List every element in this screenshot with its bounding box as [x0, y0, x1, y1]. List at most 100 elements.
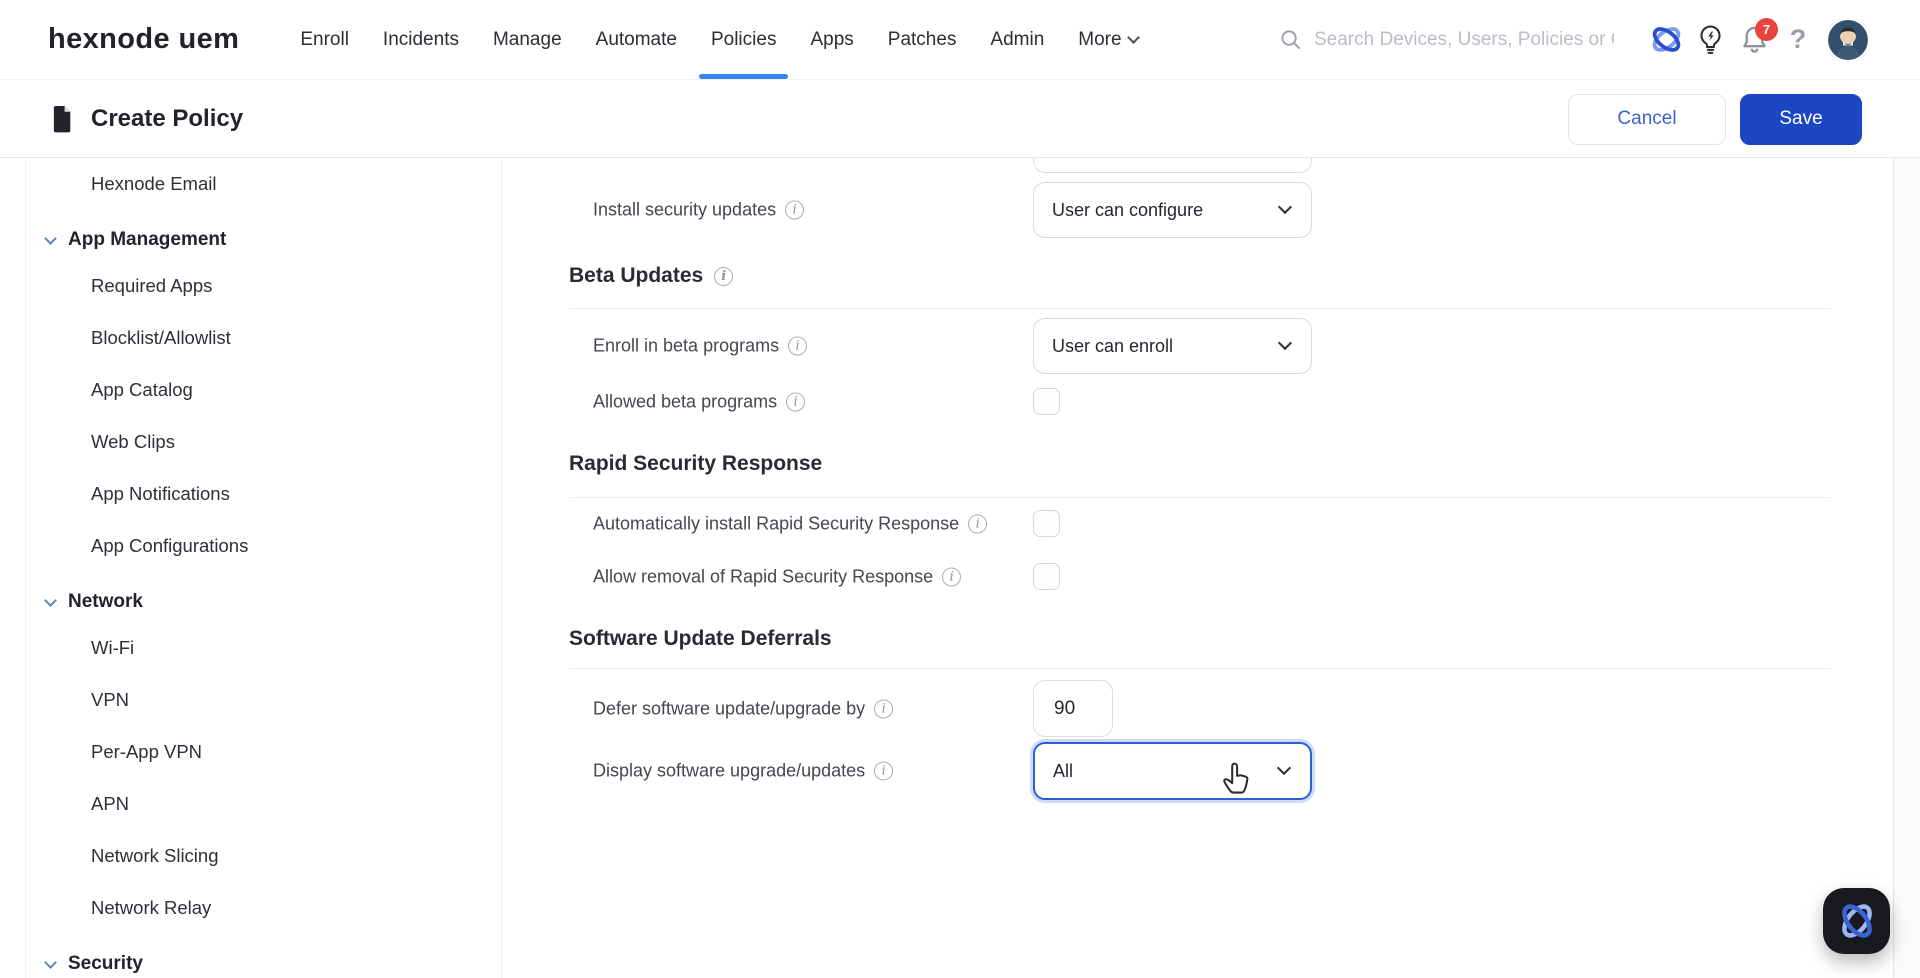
info-icon[interactable]: i [714, 267, 733, 286]
sidebar-section-label: App Management [68, 229, 226, 251]
sidebar-item-wi-fi[interactable]: Wi-Fi [26, 622, 501, 674]
sidebar-item-app-catalog[interactable]: App Catalog [26, 364, 501, 416]
info-icon[interactable]: i [968, 514, 987, 533]
info-icon[interactable]: i [788, 337, 807, 356]
sidebar-item-hexnode-email[interactable]: Hexnode Email [26, 158, 501, 210]
page-title: Create Policy [91, 105, 243, 133]
sidebar-item-apn[interactable]: APN [26, 778, 501, 830]
defer-days-input[interactable] [1033, 680, 1113, 737]
document-icon [50, 104, 75, 134]
sidebar-item-web-clips[interactable]: Web Clips [26, 416, 501, 468]
policy-header-bar: Create Policy Cancel Save [0, 81, 1920, 158]
policy-content: Install security updates i User can conf… [503, 158, 1893, 978]
field-label: Defer software update/upgrade by i [593, 698, 893, 719]
field-label: Allowed beta programs i [593, 391, 805, 412]
sidebar-item-blocklist-allowlist[interactable]: Blocklist/Allowlist [26, 312, 501, 364]
enroll-beta-programs-select[interactable]: User can enroll [1033, 318, 1312, 374]
hexnode-uem-logo[interactable]: hexnode uem [48, 23, 239, 56]
cancel-button[interactable]: Cancel [1568, 94, 1726, 145]
field-label-text: Allow removal of Rapid Security Response [593, 566, 933, 587]
display-upgrades-select[interactable]: All [1033, 742, 1312, 800]
sidebar-item-network-slicing[interactable]: Network Slicing [26, 830, 501, 882]
active-tab-underline [699, 74, 788, 79]
select-value: User can configure [1052, 200, 1203, 221]
chevron-down-icon [44, 232, 57, 245]
top-navigation-bar: hexnode uem Enroll Incidents Manage Automat… [0, 0, 1920, 80]
allowed-beta-programs-checkbox[interactable] [1033, 388, 1060, 415]
search-icon [1280, 29, 1301, 50]
sidebar-section-network[interactable]: Network [26, 582, 501, 622]
field-label-text: Allowed beta programs [593, 391, 777, 412]
whats-new-button[interactable] [1688, 18, 1732, 62]
sidebar-item-vpn[interactable]: VPN [26, 674, 501, 726]
hexnode-apps-button[interactable] [1644, 18, 1688, 62]
sidebar-item-label: Wi-Fi [91, 637, 134, 659]
nav-item-label: Apps [810, 29, 853, 51]
sidebar-section-label: Network [68, 591, 143, 613]
nav-item-label: Incidents [383, 29, 459, 51]
nav-item-automate[interactable]: Automate [579, 0, 694, 79]
chevron-down-icon [1127, 31, 1140, 44]
nav-item-more[interactable]: More [1061, 0, 1154, 79]
nav-item-enroll[interactable]: Enroll [283, 0, 366, 79]
field-label-text: Enroll in beta programs [593, 336, 779, 357]
info-icon[interactable]: i [874, 699, 893, 718]
chevron-down-icon [44, 956, 57, 969]
nav-item-apps[interactable]: Apps [793, 0, 870, 79]
field-label-text: Automatically install Rapid Security Res… [593, 513, 959, 534]
policy-actions: Cancel Save [1568, 94, 1862, 145]
help-button[interactable]: ? [1776, 18, 1820, 62]
sidebar-item-app-configurations[interactable]: App Configurations [26, 520, 501, 572]
hexnode-knot-icon [1650, 23, 1683, 56]
save-button[interactable]: Save [1740, 94, 1862, 145]
nav-item-label: More [1078, 29, 1121, 51]
page-scrollbar[interactable] [1893, 158, 1920, 978]
nav-item-manage[interactable]: Manage [476, 0, 579, 79]
sidebar-item-app-notifications[interactable]: App Notifications [26, 468, 501, 520]
sidebar-item-label: APN [91, 793, 129, 815]
global-search[interactable] [1280, 29, 1632, 51]
nav-item-label: Manage [493, 29, 562, 51]
nav-item-label: Policies [711, 29, 776, 51]
search-input[interactable] [1314, 29, 1614, 51]
nav-item-policies[interactable]: Policies [694, 0, 793, 79]
section-heading-beta-updates: Beta Updates i [569, 256, 733, 296]
sidebar-section-app-management[interactable]: App Management [26, 220, 501, 260]
info-icon[interactable]: i [786, 392, 805, 411]
question-mark-icon: ? [1790, 24, 1807, 55]
sidebar-section-security[interactable]: Security [26, 944, 501, 978]
defer-update-row: Defer software update/upgrade by i [503, 680, 1893, 737]
field-label-text: Defer software update/upgrade by [593, 698, 865, 719]
info-icon[interactable]: i [942, 567, 961, 586]
chevron-down-icon [1278, 200, 1292, 214]
sidebar-item-label: Blocklist/Allowlist [91, 327, 231, 349]
sidebar-item-network-relay[interactable]: Network Relay [26, 882, 501, 934]
clipped-select[interactable] [1033, 158, 1312, 173]
install-security-updates-select[interactable]: User can configure [1033, 182, 1312, 238]
chevron-down-icon [1278, 336, 1292, 350]
sidebar-item-required-apps[interactable]: Required Apps [26, 260, 501, 312]
lightbulb-icon [1697, 24, 1724, 56]
hexnode-chat-widget-button[interactable] [1823, 888, 1890, 954]
notifications-button[interactable]: 7 [1732, 18, 1776, 62]
section-heading-software-update-deferrals: Software Update Deferrals [569, 619, 832, 659]
field-label: Automatically install Rapid Security Res… [593, 513, 987, 534]
nav-item-label: Patches [888, 29, 957, 51]
nav-item-admin[interactable]: Admin [973, 0, 1061, 79]
sidebar-item-label: App Catalog [91, 379, 193, 401]
main-region: Hexnode Email App Management Required Apps… [0, 158, 1920, 978]
sidebar-item-per-app-vpn[interactable]: Per-App VPN [26, 726, 501, 778]
allowed-beta-programs-row: Allowed beta programs i [503, 388, 1893, 415]
sidebar-section-label: Security [68, 953, 143, 975]
nav-item-incidents[interactable]: Incidents [366, 0, 476, 79]
allow-removal-rsr-checkbox[interactable] [1033, 563, 1060, 590]
info-icon[interactable]: i [874, 762, 893, 781]
auto-install-rsr-checkbox[interactable] [1033, 510, 1060, 537]
section-heading-text: Software Update Deferrals [569, 627, 832, 651]
nav-item-label: Enroll [300, 29, 349, 51]
field-label: Install security updates i [593, 200, 804, 221]
nav-item-patches[interactable]: Patches [871, 0, 974, 79]
info-icon[interactable]: i [785, 201, 804, 220]
user-avatar[interactable] [1828, 20, 1868, 60]
notification-badge: 7 [1755, 18, 1778, 41]
